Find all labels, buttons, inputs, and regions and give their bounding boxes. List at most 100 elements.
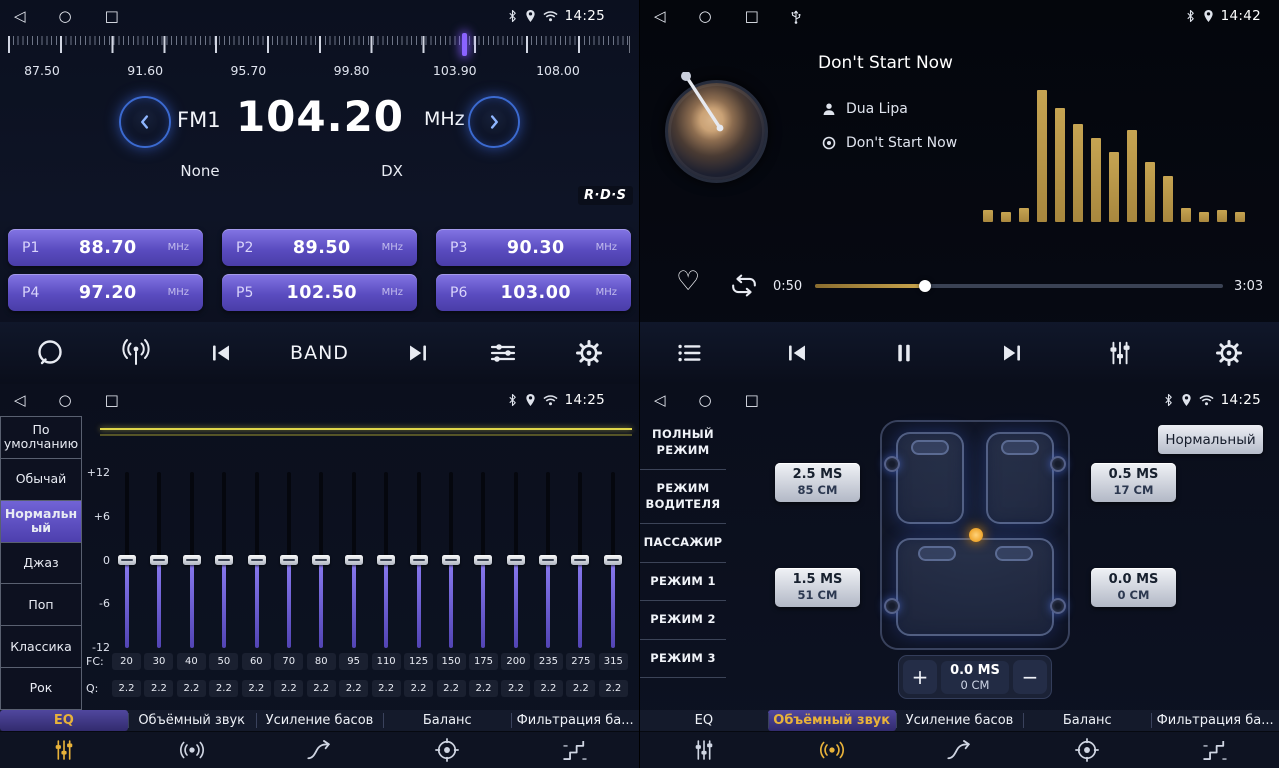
tab-eq-icon-cell[interactable] xyxy=(640,732,768,768)
eq-slider-handle[interactable] xyxy=(215,555,233,565)
eq-band-slider[interactable] xyxy=(501,472,531,648)
sound-mode-item[interactable]: ПОЛНЫЙ РЕЖИМ xyxy=(640,416,726,470)
eq-slider-handle[interactable] xyxy=(410,555,428,565)
preset-p2[interactable]: P289.50MHz xyxy=(222,229,417,266)
eq-band-slider[interactable] xyxy=(565,472,595,648)
eq-slider-handle[interactable] xyxy=(312,555,330,565)
sett​ings-button[interactable] xyxy=(1213,337,1245,369)
eq-band-slider[interactable] xyxy=(436,472,466,648)
tab-filter[interactable]: Фильтрация ба... xyxy=(511,710,639,731)
eq-band-slider[interactable] xyxy=(404,472,434,648)
settings-button[interactable] xyxy=(573,337,605,369)
nav-recents-icon[interactable]: □ xyxy=(105,9,119,24)
eq-band-slider[interactable] xyxy=(144,472,174,648)
eq-preset-item[interactable]: Обычай xyxy=(0,459,82,501)
equalizer-button[interactable] xyxy=(487,337,519,369)
tab-bass-boost[interactable]: Усиление басов xyxy=(256,710,384,731)
favorite-button[interactable]: ♡ xyxy=(676,268,700,295)
tab-bass-icon-cell[interactable] xyxy=(256,732,384,768)
pause-button[interactable] xyxy=(890,339,918,367)
progress-thumb[interactable] xyxy=(919,280,931,292)
band-button[interactable]: BAND xyxy=(290,342,349,364)
tune-up-button[interactable] xyxy=(468,96,520,148)
sound-mode-item[interactable]: РЕЖИМ 3 xyxy=(640,640,726,679)
tab-filter[interactable]: Фильтрация ба... xyxy=(1151,710,1279,731)
sound-preset-button[interactable]: Нормальный xyxy=(1158,425,1263,454)
previous-button[interactable] xyxy=(206,338,236,368)
equalizer-button[interactable] xyxy=(1105,338,1135,368)
delay-rear-left-button[interactable]: 1.5 MS 51 CM xyxy=(775,568,860,607)
eq-band-slider[interactable] xyxy=(371,472,401,648)
tab-eq[interactable]: EQ xyxy=(640,710,768,731)
tab-filter-icon-cell[interactable] xyxy=(511,732,639,768)
nav-recents-icon[interactable]: □ xyxy=(745,393,759,408)
eq-slider-handle[interactable] xyxy=(571,555,589,565)
nav-recents-icon[interactable]: □ xyxy=(105,393,119,408)
preset-p1[interactable]: P188.70MHz xyxy=(8,229,203,266)
delay-front-left-button[interactable]: 2.5 MS 85 CM xyxy=(775,463,860,502)
eq-preset-item[interactable]: Классика xyxy=(0,626,82,668)
tab-surround[interactable]: Объёмный звук xyxy=(768,710,896,731)
nav-back-icon[interactable]: ◁ xyxy=(14,393,26,408)
eq-band-slider[interactable] xyxy=(112,472,142,648)
broadcast-button[interactable] xyxy=(120,337,152,369)
tab-balance-icon-cell[interactable] xyxy=(1023,732,1151,768)
delay-decrease-button[interactable]: − xyxy=(1013,660,1047,694)
tab-balance-icon-cell[interactable] xyxy=(383,732,511,768)
tab-surround-icon-cell[interactable] xyxy=(768,732,896,768)
sound-mode-item[interactable]: РЕЖИМ ВОДИТЕЛЯ xyxy=(640,470,726,524)
tab-bass-icon-cell[interactable] xyxy=(896,732,1024,768)
speaker-rear-left-icon[interactable] xyxy=(884,598,900,614)
eq-slider-handle[interactable] xyxy=(150,555,168,565)
eq-slider-handle[interactable] xyxy=(442,555,460,565)
eq-slider-handle[interactable] xyxy=(183,555,201,565)
nav-back-icon[interactable]: ◁ xyxy=(654,9,666,24)
sound-mode-item[interactable]: РЕЖИМ 2 xyxy=(640,601,726,640)
tab-eq-icon-cell[interactable] xyxy=(0,732,128,768)
preset-p3[interactable]: P390.30MHz xyxy=(436,229,631,266)
tab-surround-icon-cell[interactable] xyxy=(128,732,256,768)
speaker-front-right-icon[interactable] xyxy=(1050,456,1066,472)
nav-home-icon[interactable]: ○ xyxy=(699,393,712,408)
eq-slider-handle[interactable] xyxy=(507,555,525,565)
eq-slider-handle[interactable] xyxy=(248,555,266,565)
previous-track-button[interactable] xyxy=(782,338,812,368)
playlist-button[interactable] xyxy=(674,338,704,368)
delay-rear-right-button[interactable]: 0.0 MS 0 CM xyxy=(1091,568,1176,607)
rear-bench[interactable] xyxy=(896,538,1054,636)
eq-slider-handle[interactable] xyxy=(604,555,622,565)
eq-band-slider[interactable] xyxy=(306,472,336,648)
seek-bar[interactable] xyxy=(815,284,1223,288)
next-track-button[interactable] xyxy=(997,338,1027,368)
nav-recents-icon[interactable]: □ xyxy=(745,9,759,24)
eq-band-slider[interactable] xyxy=(598,472,628,648)
sound-mode-item[interactable]: РЕЖИМ 1 xyxy=(640,563,726,602)
eq-band-slider[interactable] xyxy=(339,472,369,648)
seat-front-right[interactable] xyxy=(986,432,1054,524)
preset-p6[interactable]: P6103.00MHz xyxy=(436,274,631,311)
eq-band-slider[interactable] xyxy=(274,472,304,648)
eq-slider-handle[interactable] xyxy=(345,555,363,565)
eq-preset-item[interactable]: Рок xyxy=(0,668,82,710)
eq-slider-handle[interactable] xyxy=(118,555,136,565)
nav-home-icon[interactable]: ○ xyxy=(59,393,72,408)
eq-slider-handle[interactable] xyxy=(377,555,395,565)
speaker-front-left-icon[interactable] xyxy=(884,456,900,472)
scan-button[interactable] xyxy=(34,337,66,369)
eq-slider-handle[interactable] xyxy=(280,555,298,565)
nav-back-icon[interactable]: ◁ xyxy=(654,393,666,408)
eq-preset-item[interactable]: Нормальный xyxy=(0,501,82,543)
tab-bass-boost[interactable]: Усиление басов xyxy=(896,710,1024,731)
tab-balance[interactable]: Баланс xyxy=(1023,710,1151,731)
next-button[interactable] xyxy=(403,338,433,368)
tune-down-button[interactable] xyxy=(119,96,171,148)
sound-mode-item[interactable]: ПАССАЖИР xyxy=(640,524,726,563)
eq-preset-item[interactable]: Джаз xyxy=(0,543,82,585)
preset-p5[interactable]: P5102.50MHz xyxy=(222,274,417,311)
tab-surround[interactable]: Объёмный звук xyxy=(128,710,256,731)
eq-band-slider[interactable] xyxy=(533,472,563,648)
tab-filter-icon-cell[interactable] xyxy=(1151,732,1279,768)
eq-slider-handle[interactable] xyxy=(539,555,557,565)
repeat-button[interactable] xyxy=(728,272,760,303)
eq-band-slider[interactable] xyxy=(177,472,207,648)
